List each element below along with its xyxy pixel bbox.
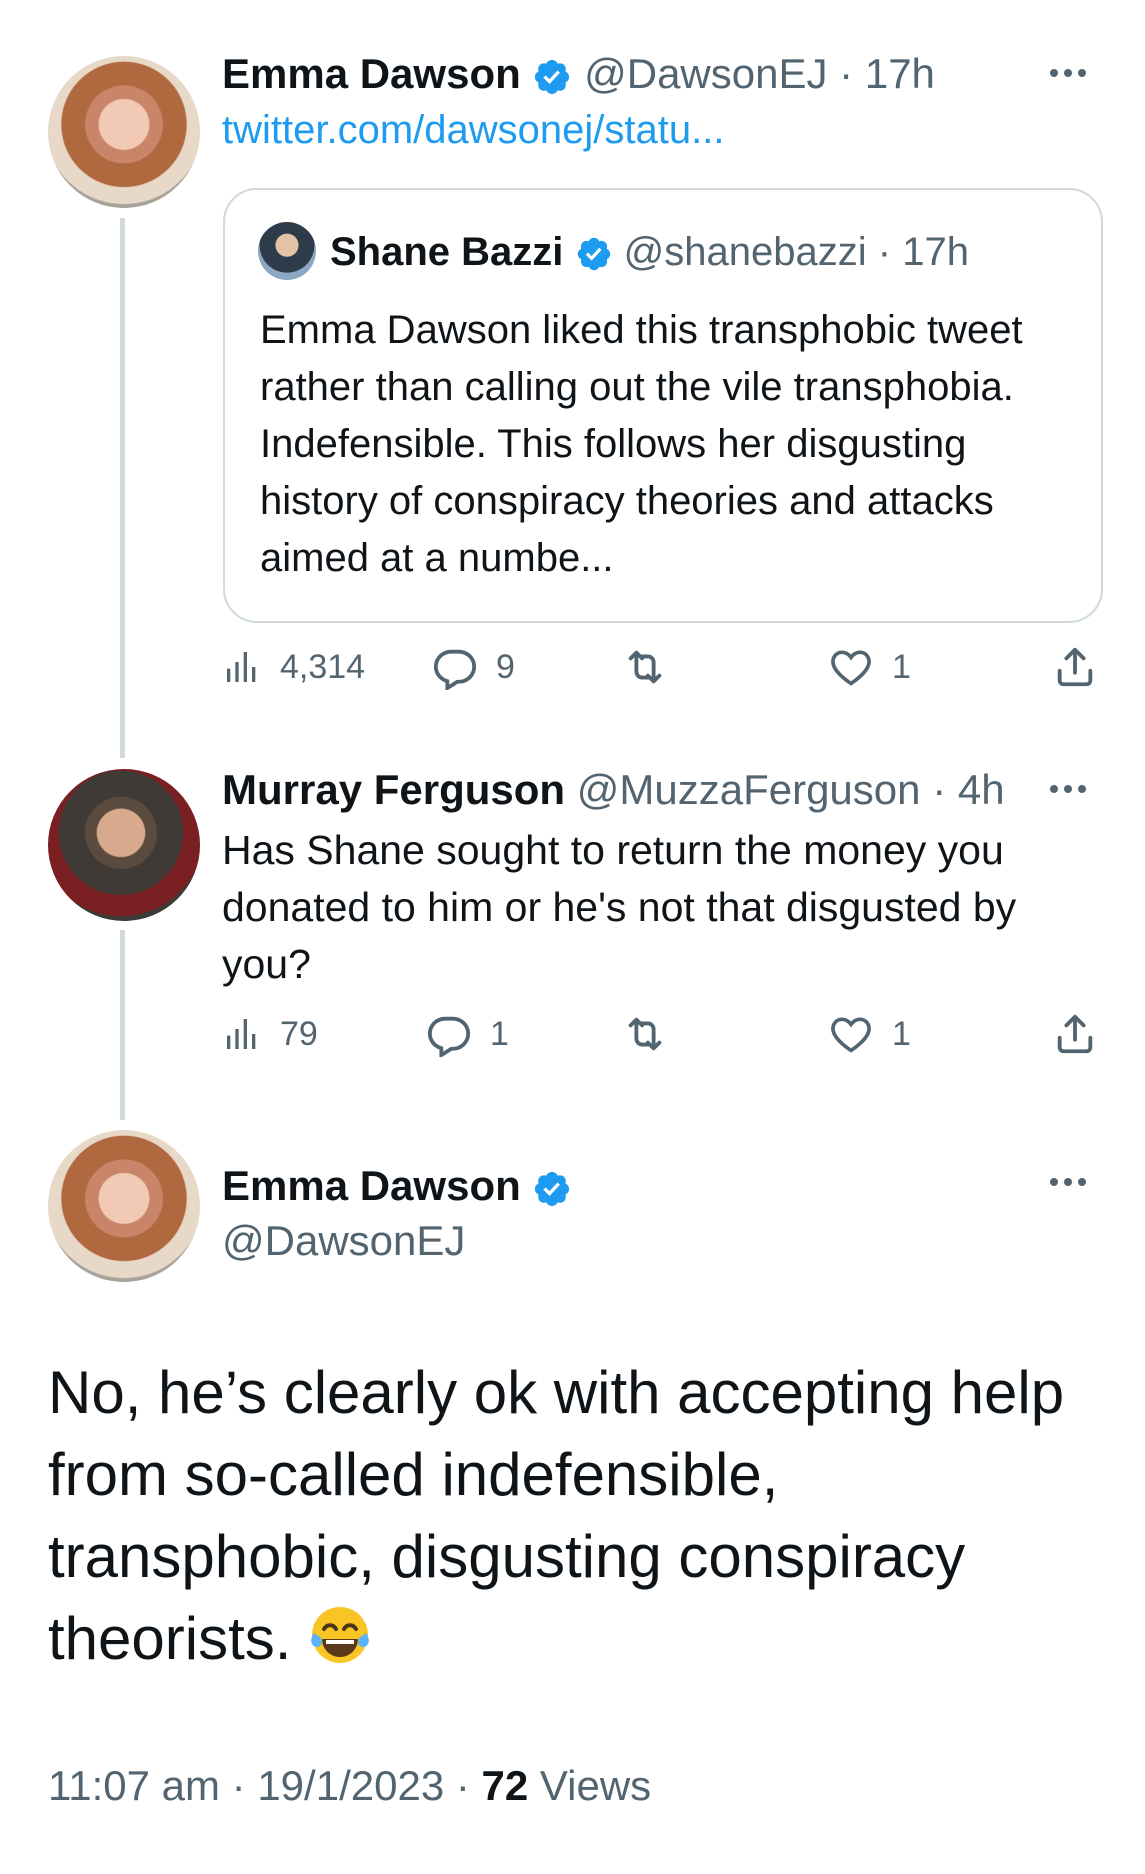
quoted-tweet-text: Emma Dawson liked this transphobic tweet… [260,308,1023,580]
display-name[interactable]: Emma Dawson [222,1162,521,1209]
like-count: 1 [892,647,911,686]
reply-count: 1 [490,1014,509,1053]
verified-badge-icon [577,238,610,271]
bar-chart-icon [227,1019,256,1049]
retweet-button[interactable] [620,1004,688,1064]
separator-dot: · [877,230,892,274]
separator-dot: · [932,766,947,813]
verified-badge-icon [535,59,570,94]
retweet-icon [628,1017,662,1051]
share-button[interactable] [1052,637,1098,697]
separator-dot: · [455,1762,482,1809]
avatar[interactable] [48,1130,200,1282]
views-count: 79 [280,1014,318,1053]
thread-line [120,218,125,758]
timestamp[interactable]: 17h [865,50,935,97]
thread-line [120,930,125,1120]
handle: @shanebazzi [623,230,867,274]
display-name: Shane Bazzi [330,230,564,274]
tweet-text-body: No, he’s clearly ok with accepting help … [48,1359,1065,1672]
views-count: 4,314 [280,647,366,686]
more-icon[interactable] [1047,782,1093,796]
reply-button[interactable]: 1 [426,1004,509,1064]
display-name[interactable]: Murray Ferguson [222,766,565,813]
display-name[interactable]: Emma Dawson [222,50,521,97]
tweet-date[interactable]: 19/1/2023 [257,1762,444,1809]
more-icon[interactable] [1047,1175,1093,1189]
reply-button[interactable]: 9 [432,637,515,697]
tweet-text: Has Shane sought to return the money you… [222,827,1017,987]
share-button[interactable] [1052,1004,1098,1064]
tweet-header: Emma Dawson [222,1160,572,1212]
speech-bubble-icon [427,1016,471,1057]
share-icon [1057,647,1093,687]
separator-dot: · [839,50,854,97]
handle[interactable]: @DawsonEJ [584,50,827,97]
separator-dot: · [231,1762,258,1809]
views-stat[interactable]: 79 [222,1004,318,1064]
quoted-tweet-header: Shane Bazzi @shanebazzi · 17h [330,226,969,278]
views-stat[interactable]: 4,314 [222,637,365,697]
share-icon [1057,1014,1093,1054]
status-link[interactable]: twitter.com/dawsonej/statu... [222,108,724,153]
timestamp[interactable]: 4h [958,766,1005,813]
avatar[interactable] [48,56,200,208]
views-count: 72 [481,1762,529,1809]
tweet-text: No, he’s clearly ok with accepting help … [48,1352,1108,1680]
tweet-time[interactable]: 11:07 am [48,1762,220,1809]
tweet-actions: 4,314 9 1 [222,637,1102,697]
retweet-icon [628,650,662,684]
avatar[interactable] [48,769,200,921]
handle[interactable]: @MuzzaFerguson [577,766,921,813]
tweet-header: Emma Dawson @DawsonEJ · 17h [222,48,935,100]
verified-badge-icon [535,1171,570,1206]
views-label: Views [539,1762,652,1809]
face-with-tears-of-joy-icon [311,1607,369,1663]
more-icon[interactable] [1047,66,1093,80]
tweet-header: Murray Ferguson @MuzzaFerguson · 4h [222,764,1005,816]
timestamp: 17h [902,230,969,274]
like-button[interactable]: 1 [828,637,911,697]
tweet-actions: 79 1 1 [222,1004,1102,1064]
heart-icon [831,650,871,686]
like-button[interactable]: 1 [828,1004,911,1064]
reply-count: 9 [496,647,515,686]
avatar [258,222,316,280]
tweet-meta: 11:07 am · 19/1/2023 · 72 Views [48,1762,651,1810]
bar-chart-icon [227,652,256,682]
heart-icon [831,1017,871,1053]
speech-bubble-icon [433,649,477,690]
retweet-button[interactable] [620,637,688,697]
like-count: 1 [892,1014,911,1053]
handle[interactable]: @DawsonEJ [222,1215,465,1267]
